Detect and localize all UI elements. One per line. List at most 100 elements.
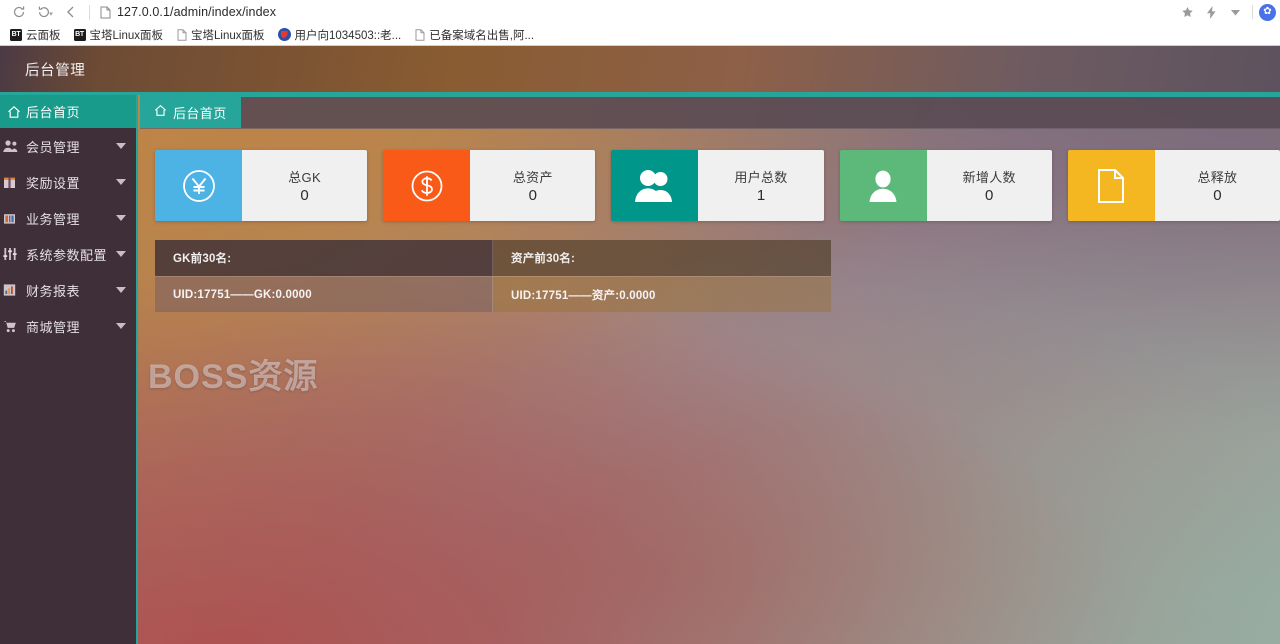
chart-report-icon [2,283,26,297]
page-title: 后台管理 [25,59,85,80]
sidebar-item-label: 奖励设置 [26,173,80,192]
stat-value: 0 [529,187,537,204]
ranking-title: 资产前30名: [511,250,575,266]
ranking-row: GK前30名: UID:17751——GK:0.0000 资产前30名: UID… [155,240,831,312]
home-icon [2,105,26,119]
caret-down-icon[interactable] [116,143,126,149]
ranking-header: 资产前30名: [493,240,831,276]
dollar-coin-icon [383,150,470,221]
users-icon [611,150,698,221]
sidebar-item-financial-report[interactable]: 财务报表 [0,272,136,308]
sidebar-item-business[interactable]: 业务管理 [0,200,136,236]
stat-card-total-users[interactable]: 用户总数 1 [611,150,823,221]
caret-down-icon[interactable] [116,179,126,185]
ranking-panel-gk: GK前30名: UID:17751——GK:0.0000 [155,240,493,312]
sidebar-item-label: 会员管理 [26,137,80,156]
stat-value: 0 [1213,187,1221,204]
caret-down-icon[interactable] [116,323,126,329]
ranking-entry: UID:17751——资产:0.0000 [511,287,656,303]
bt-panel-icon: BT [74,29,86,41]
sidebar: 后台首页 会员管理 奖励设置 [0,95,138,644]
stat-card-body: 用户总数 1 [698,150,823,221]
shield-badge-icon [278,28,291,41]
user-group-icon [2,139,26,153]
toolbar-divider [1252,5,1253,19]
app-header: 后台管理 [0,46,1280,95]
tab-backend-home[interactable]: 后台首页 [140,97,241,128]
chevron-down-icon[interactable] [1224,1,1246,23]
shop-cart-icon [2,319,26,333]
stat-card-total-release[interactable]: 总释放 0 [1068,150,1280,221]
browser-chrome: ▾ 127.0.0.1/admin/index/index ✿ [0,0,1280,46]
bookmark-item[interactable]: BT 云面板 [10,27,61,43]
page-document-icon [97,6,113,19]
bookmark-label: 已备案域名出售,阿... [429,27,534,43]
bookmark-item[interactable]: 宝塔Linux面板 [176,27,265,43]
bt-panel-icon: BT [10,29,22,41]
stat-card-body: 总GK 0 [242,150,367,221]
gift-award-icon [2,175,26,189]
sidebar-item-label: 系统参数配置 [26,245,107,264]
chevron-down-icon[interactable]: ▾ [49,10,53,18]
reload-icon[interactable] [6,2,32,22]
stat-card-total-assets[interactable]: 总资产 0 [383,150,595,221]
sidebar-item-rewards[interactable]: 奖励设置 [0,164,136,200]
main-content: 总GK 0 总资产 0 [140,131,1280,644]
url-text[interactable]: 127.0.0.1/admin/index/index [117,5,276,19]
stat-label: 总资产 [513,167,553,186]
caret-down-icon[interactable] [116,215,126,221]
stat-card-new-users[interactable]: 新增人数 0 [840,150,1052,221]
lightning-icon[interactable] [1200,1,1222,23]
star-icon[interactable] [1176,1,1198,23]
stat-card-body: 总资产 0 [470,150,595,221]
stat-value: 0 [300,187,308,204]
stat-label: 总GK [288,167,321,186]
history-dropdown-icon[interactable]: ▾ [32,2,58,22]
bookmarks-bar: BT 云面板 BT 宝塔Linux面板 宝塔Linux面板 用户向1034503… [0,24,1280,45]
sidebar-item-home[interactable]: 后台首页 [0,95,136,128]
stat-card-total-gk[interactable]: 总GK 0 [155,150,367,221]
tab-bar-empty-area [241,97,1280,128]
sidebar-item-members[interactable]: 会员管理 [0,128,136,164]
stat-value: 1 [757,187,765,204]
tab-bar: 后台首页 [140,95,1280,129]
bookmark-label: 云面板 [26,27,61,43]
stat-label: 用户总数 [734,167,787,186]
browser-toolbar-right: ✿ [1176,0,1276,24]
sidebar-item-system-config[interactable]: 系统参数配置 [0,236,136,272]
browser-navigation-bar: ▾ 127.0.0.1/admin/index/index ✿ [0,0,1280,24]
bookmark-item[interactable]: 已备案域名出售,阿... [414,27,534,43]
bookmark-label: 宝塔Linux面板 [90,27,164,43]
bookmark-item[interactable]: BT 宝塔Linux面板 [74,27,164,43]
ranking-row-item: UID:17751——资产:0.0000 [493,276,831,312]
page-viewport: 后台管理 后台首页 会员管理 [0,46,1280,644]
bookmark-item[interactable]: 用户向1034503::老... [278,27,402,43]
caret-down-icon[interactable] [116,251,126,257]
paw-avatar-icon[interactable]: ✿ [1259,4,1276,21]
ranking-entry: UID:17751——GK:0.0000 [173,289,312,301]
ranking-title: GK前30名: [173,250,231,266]
page-document-icon [414,29,425,41]
stat-card-body: 总释放 0 [1155,150,1280,221]
sidebar-item-label: 业务管理 [26,209,80,228]
ranking-row-item: UID:17751——GK:0.0000 [155,276,493,312]
sidebar-item-label: 商城管理 [26,317,80,336]
toolbar-divider [89,5,90,20]
bookmark-label: 宝塔Linux面板 [191,27,265,43]
caret-down-icon[interactable] [116,287,126,293]
tab-label: 后台首页 [173,103,227,122]
back-arrow-icon[interactable] [58,2,84,22]
yuan-coin-icon [155,150,242,221]
bookmark-label: 用户向1034503::老... [295,27,402,43]
stat-value: 0 [985,187,993,204]
stat-card-row: 总GK 0 总资产 0 [140,131,1280,221]
stat-label: 新增人数 [963,167,1016,186]
file-page-icon [1068,150,1155,221]
briefcase-icon [2,211,26,225]
stat-label: 总释放 [1197,167,1237,186]
ranking-panel-assets: 资产前30名: UID:17751——资产:0.0000 [493,240,831,312]
page-document-icon [176,29,187,41]
sidebar-item-mall[interactable]: 商城管理 [0,308,136,344]
single-user-icon [840,150,927,221]
sidebar-item-label: 财务报表 [26,281,80,300]
